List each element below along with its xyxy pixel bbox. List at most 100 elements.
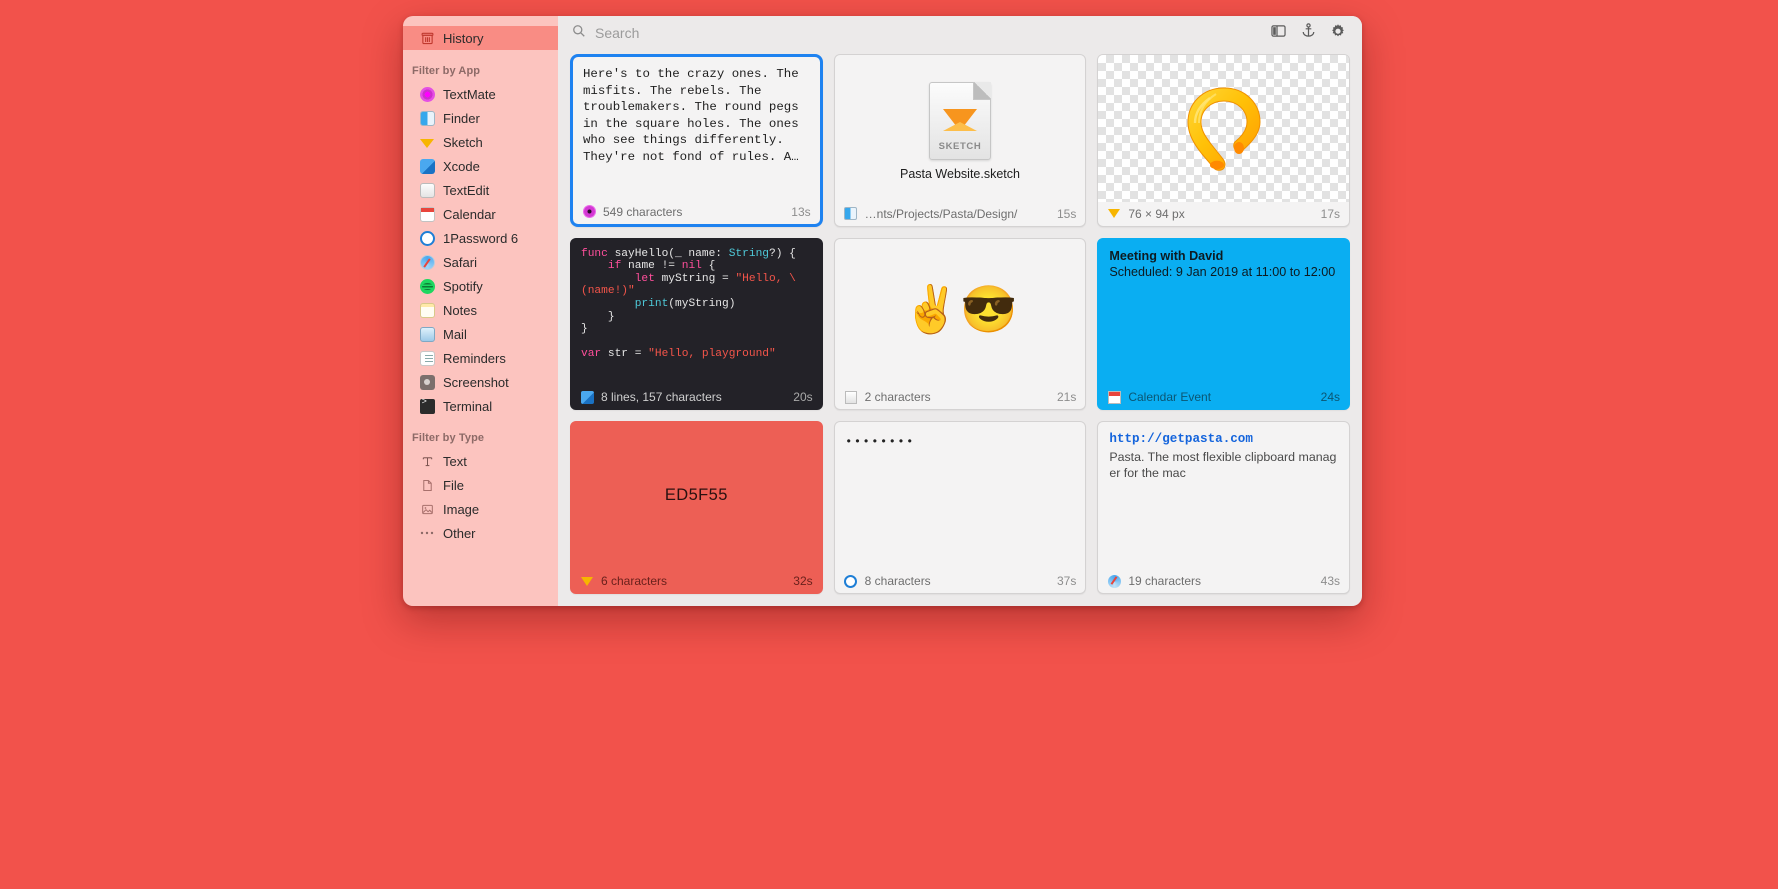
file-name-label: Pasta Website.sketch (900, 167, 1020, 181)
clipboard-card-password[interactable]: •••••••• 8 characters 37s (834, 421, 1087, 594)
sidebar-item-label: Image (443, 502, 479, 517)
card-footer: 2 characters 21s (835, 385, 1086, 409)
sidebar-item-reminders[interactable]: Reminders (403, 346, 558, 370)
file-kind-label: SKETCH (930, 141, 990, 152)
event-title: Meeting with David (1109, 249, 1338, 263)
card-meta-label: 8 lines, 157 characters (601, 390, 786, 404)
url-description: Pasta. The most flexible clipboard manag… (1109, 450, 1338, 481)
sidebar-item-xcode[interactable]: Xcode (403, 154, 558, 178)
settings-button[interactable] (1326, 22, 1350, 44)
url-link[interactable]: http://getpasta.com (1109, 432, 1338, 446)
sketch-icon (580, 574, 594, 588)
sidebar-item-label: Spotify (443, 279, 483, 294)
sidebar-item-label: Safari (443, 255, 477, 270)
spotify-icon (419, 278, 435, 294)
sidebar-item-label: Terminal (443, 399, 492, 414)
sidebar-item-finder[interactable]: Finder (403, 106, 558, 130)
sidebar-item-label: Sketch (443, 135, 483, 150)
terminal-icon (419, 398, 435, 414)
calendar-icon (419, 206, 435, 222)
card-timestamp: 37s (1057, 574, 1076, 588)
card-meta-label: 6 characters (601, 574, 786, 588)
color-hex-label: ED5F55 (665, 486, 728, 505)
sidebar-item-mail[interactable]: Mail (403, 322, 558, 346)
card-footer: 76 × 94 px 17s (1098, 202, 1349, 226)
xcode-icon (419, 158, 435, 174)
clipboard-card-file[interactable]: SKETCH Pasta Website.sketch …nts/Project… (834, 54, 1087, 227)
pasta-macaroni-image (1180, 82, 1268, 174)
anchor-icon (1301, 23, 1316, 43)
card-meta-label: 549 characters (603, 205, 784, 219)
card-code-text: func sayHello(_ name: String?) { if name… (571, 239, 822, 361)
card-timestamp: 15s (1057, 207, 1076, 221)
textedit-icon (844, 390, 858, 404)
gear-icon (1330, 23, 1346, 44)
sidebar-item-label: Text (443, 454, 467, 469)
sidebar-item-file[interactable]: File (403, 473, 558, 497)
ellipsis-icon (419, 525, 435, 541)
clipboard-card-image[interactable]: 76 × 94 px 17s (1097, 54, 1350, 227)
emoji-content: ✌️😎 (903, 286, 1018, 332)
sidebar-item-label: TextEdit (443, 183, 489, 198)
textmate-icon (582, 205, 596, 219)
sidebar-item-textedit[interactable]: TextEdit (403, 178, 558, 202)
screenshot-icon (419, 374, 435, 390)
sidebar-item-terminal[interactable]: Terminal (403, 394, 558, 418)
clipboard-card-code[interactable]: func sayHello(_ name: String?) { if name… (570, 238, 823, 411)
sidebar-item-screenshot[interactable]: Screenshot (403, 370, 558, 394)
sidebar-item-label: Xcode (443, 159, 480, 174)
sidebar-item-image[interactable]: Image (403, 497, 558, 521)
card-text: Here's to the crazy ones. The misfits. T… (573, 57, 820, 166)
sidebar-item-spotify[interactable]: Spotify (403, 274, 558, 298)
card-timestamp: 21s (1057, 390, 1076, 404)
clipboard-card-color[interactable]: ED5F55 6 characters 32s (570, 421, 823, 594)
clipboard-card-text[interactable]: Here's to the crazy ones. The misfits. T… (570, 54, 823, 227)
clipboard-history-grid: Here's to the crazy ones. The misfits. T… (558, 50, 1362, 606)
sidebar-item-label: File (443, 478, 464, 493)
card-footer: …nts/Projects/Pasta/Design/ 15s (835, 202, 1086, 226)
card-meta-label: 76 × 94 px (1128, 207, 1313, 221)
sidebar-item-1password[interactable]: 1Password 6 (403, 226, 558, 250)
sidebar-item-label: Other (443, 526, 476, 541)
search-input[interactable] (593, 24, 1260, 42)
clipboard-card-url[interactable]: http://getpasta.com Pasta. The most flex… (1097, 421, 1350, 594)
search-field[interactable] (572, 24, 1260, 43)
sidebar-item-label: Calendar (443, 207, 496, 222)
1password-icon (844, 574, 858, 588)
pin-button[interactable] (1296, 22, 1320, 44)
sidebar-item-label: 1Password 6 (443, 231, 518, 246)
sidebar-item-history[interactable]: History (403, 26, 558, 50)
card-content: ED5F55 (571, 422, 822, 569)
clipboard-card-calendar-event[interactable]: Meeting with David Scheduled: 9 Jan 2019… (1097, 238, 1350, 411)
card-meta-label: 8 characters (865, 574, 1050, 588)
clipboard-card-emoji[interactable]: ✌️😎 2 characters 21s (834, 238, 1087, 411)
event-schedule: Scheduled: 9 Jan 2019 at 11:00 to 12:00 (1109, 265, 1338, 279)
mail-icon (419, 326, 435, 342)
pasta-app-window: History Filter by App TextMate Finder Sk… (403, 16, 1362, 606)
sketch-icon (419, 134, 435, 150)
toggle-sidebar-button[interactable] (1266, 22, 1290, 44)
card-footer: Calendar Event 24s (1098, 385, 1349, 409)
sidebar-item-text[interactable]: Text (403, 449, 558, 473)
card-content: func sayHello(_ name: String?) { if name… (571, 239, 822, 386)
file-type-icon (419, 477, 435, 493)
textmate-icon (419, 86, 435, 102)
card-content: http://getpasta.com Pasta. The most flex… (1098, 422, 1349, 569)
card-timestamp: 43s (1321, 574, 1340, 588)
sidebar-item-other[interactable]: Other (403, 521, 558, 545)
card-content: •••••••• (835, 422, 1086, 569)
safari-icon (1107, 574, 1121, 588)
sketch-file-icon: SKETCH (929, 82, 991, 160)
sidebar-item-notes[interactable]: Notes (403, 298, 558, 322)
text-type-icon (419, 453, 435, 469)
sidebar-item-calendar[interactable]: Calendar (403, 202, 558, 226)
sidebar-item-label: Reminders (443, 351, 506, 366)
card-timestamp: 13s (791, 205, 810, 219)
card-content: SKETCH Pasta Website.sketch (835, 55, 1086, 202)
sidebar-item-textmate[interactable]: TextMate (403, 82, 558, 106)
sidebar-item-label: Notes (443, 303, 477, 318)
card-meta-label: 2 characters (865, 390, 1050, 404)
sidebar-item-sketch[interactable]: Sketch (403, 130, 558, 154)
card-footer: 19 characters 43s (1098, 569, 1349, 593)
sidebar-item-safari[interactable]: Safari (403, 250, 558, 274)
